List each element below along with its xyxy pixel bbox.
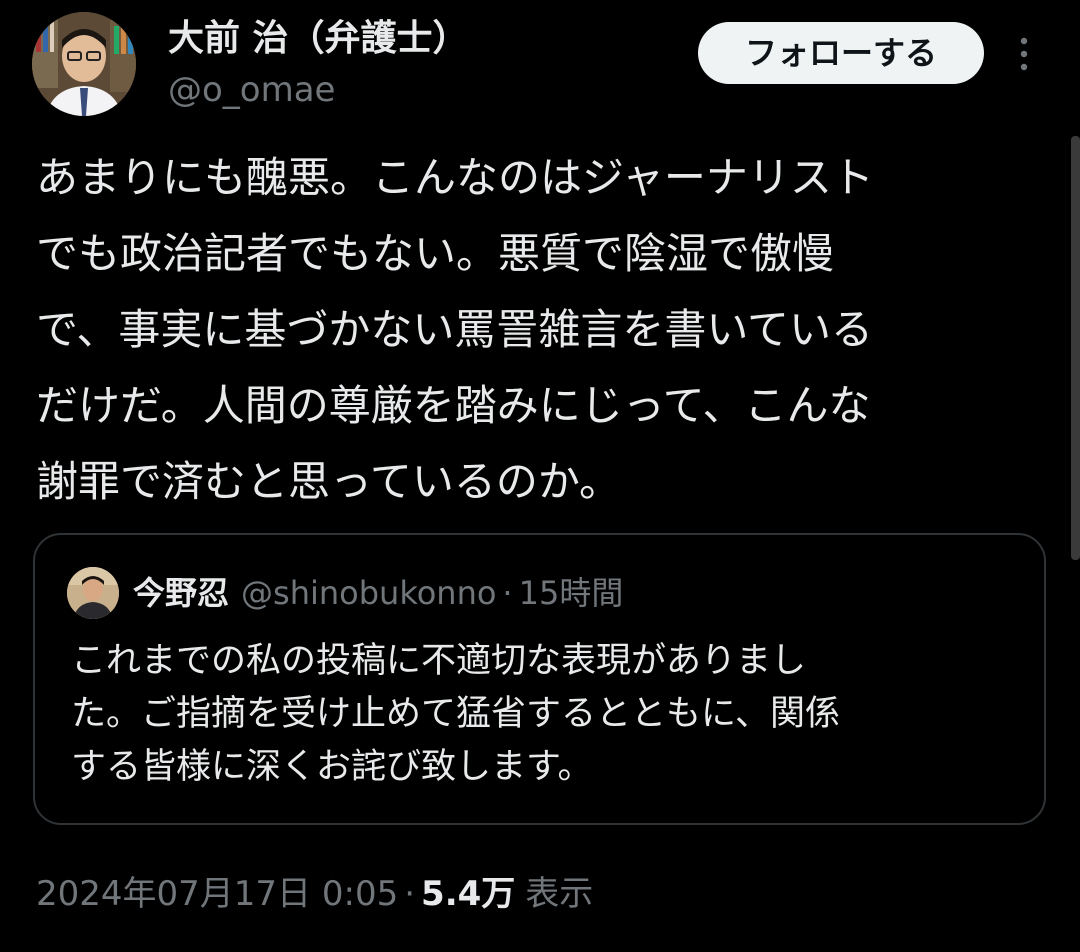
author-avatar[interactable] (32, 12, 136, 116)
quoted-tweet-card[interactable]: 今野忍 @shinobukonno · 15時間 これまでの私の投稿に不適切な表現があ… (33, 533, 1046, 825)
quoted-author-handle[interactable]: @shinobukonno (241, 574, 496, 612)
views-count: 5.4万 (421, 874, 516, 914)
tweet-text: あまりにも醜悪。こんなのはジャーナリスト でも政治記者でもない。悪質で陰湿で傲慢… (36, 140, 1036, 520)
more-vertical-icon[interactable] (1012, 36, 1036, 72)
tweet-text-line: あまりにも醜悪。こんなのはジャーナリスト (36, 153, 874, 202)
quoted-text-line: する皆様に深くお詫び致します。 (71, 747, 593, 787)
author-handle[interactable]: @o_omae (168, 68, 335, 112)
quoted-text-line: た。ご指摘を受け止めて猛省するとともに、関係 (71, 694, 840, 734)
quoted-author-avatar[interactable] (67, 567, 119, 619)
tweet-text-line: 謝罪で済むと思っているのか。 (36, 457, 622, 506)
tweet-text-line: で、事実に基づかない罵詈雑言を書いている (36, 305, 874, 354)
scrollbar[interactable] (1071, 136, 1080, 560)
quoted-tweet-header: 今野忍 @shinobukonno · 15時間 (133, 567, 623, 619)
tweet-text-line: でも政治記者でもない。悪質で陰湿で傲慢 (36, 229, 835, 278)
tweet-timestamp[interactable]: 2024年07月17日 0:05 (36, 874, 398, 914)
quoted-tweet-time[interactable]: 15時間 (519, 574, 624, 612)
quoted-separator: · (502, 574, 513, 612)
tweet-meta-row: 2024年07月17日 0:05 · 5.4万 表示 (36, 866, 593, 922)
follow-button[interactable]: フォローする (698, 22, 984, 84)
tweet-text-line: だけだ。人間の尊厳を踏みにじって、こんな (36, 381, 871, 430)
quoted-author-display-name[interactable]: 今野忍 (133, 574, 229, 612)
quoted-text-line: これまでの私の投稿に不適切な表現がありまし (71, 641, 807, 681)
meta-separator: · (404, 874, 416, 914)
author-display-name[interactable]: 大前 治（弁護士） (168, 16, 469, 62)
views-label: 表示 (525, 874, 594, 914)
quoted-tweet-text: これまでの私の投稿に不適切な表現がありまし た。ご指摘を受け止めて猛省するととも… (71, 635, 1031, 794)
